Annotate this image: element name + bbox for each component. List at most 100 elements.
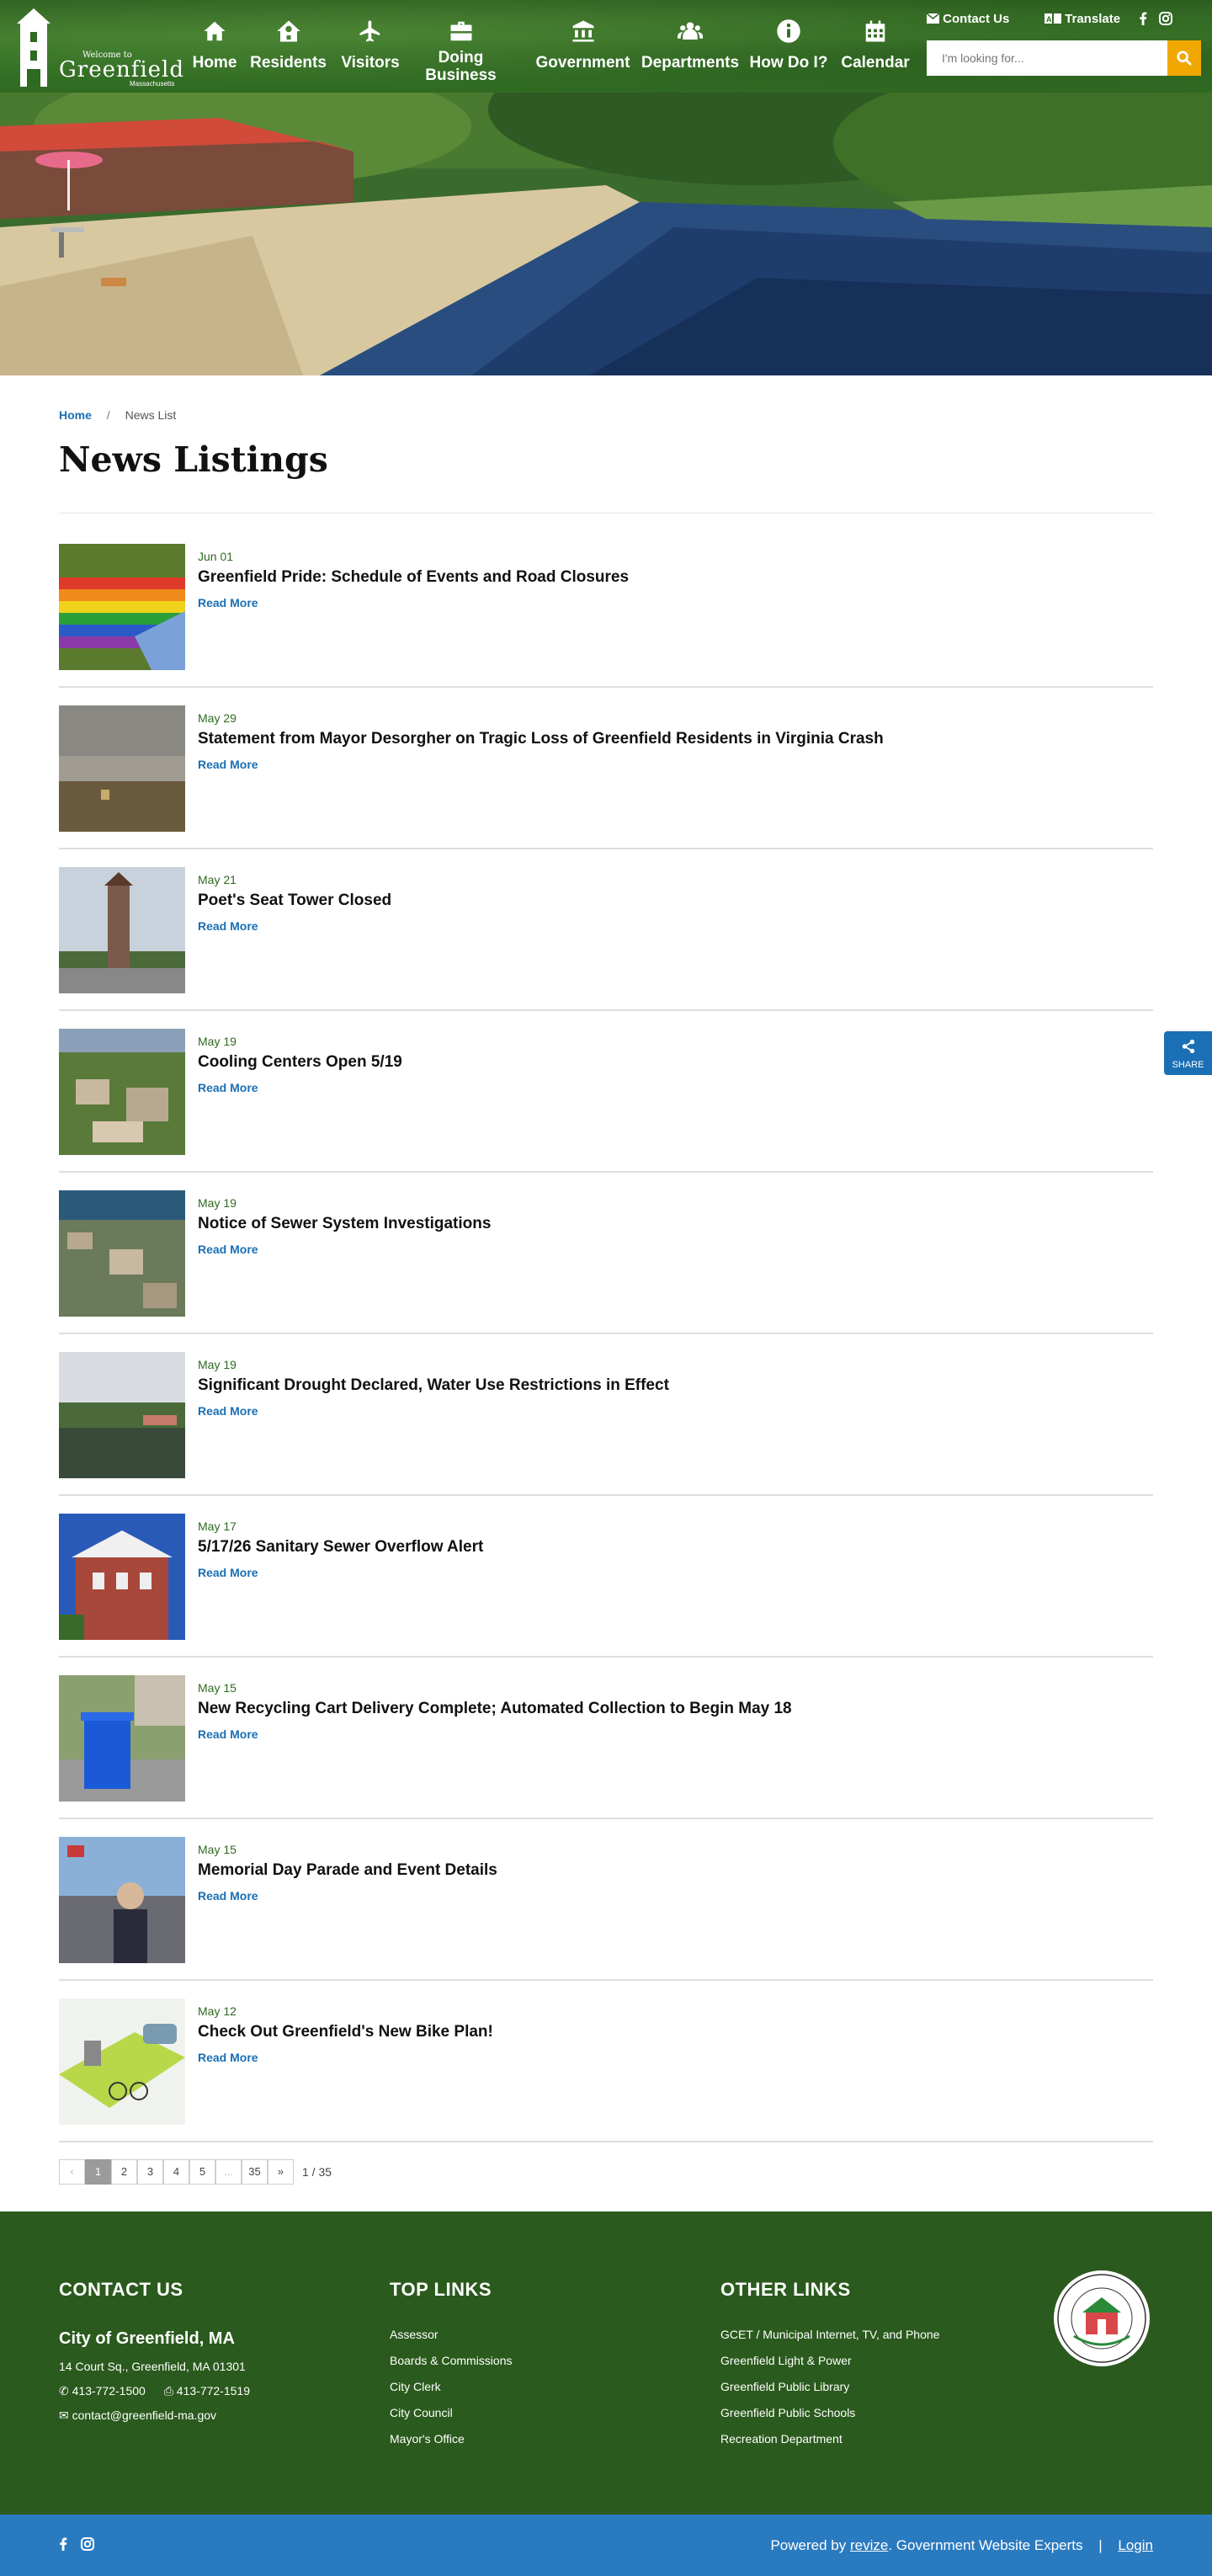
read-more-link[interactable]: Read More: [198, 1727, 258, 1741]
news-title-link[interactable]: Greenfield Pride: Schedule of Events and…: [198, 568, 629, 587]
translate-link[interactable]: A Translate: [1045, 12, 1120, 26]
nav-departments[interactable]: Departments: [640, 12, 741, 88]
bottom-divider: |: [1098, 2537, 1103, 2553]
footer-link-library[interactable]: Greenfield Public Library: [720, 2380, 939, 2406]
breadcrumb-separator: /: [106, 408, 110, 422]
read-more-link[interactable]: Read More: [198, 919, 258, 933]
nav-visitors[interactable]: Visitors: [337, 12, 404, 88]
news-title-link[interactable]: Statement from Mayor Desorgher on Tragic…: [198, 730, 884, 748]
nav-home[interactable]: Home: [185, 12, 244, 88]
news-item: May 15 Memorial Day Parade and Event Det…: [59, 1819, 1153, 1981]
breadcrumb-home-link[interactable]: Home: [59, 408, 92, 422]
news-title-link[interactable]: Cooling Centers Open 5/19: [198, 1053, 402, 1072]
news-item: May 29 Statement from Mayor Desorgher on…: [59, 688, 1153, 849]
pagination-ellipsis: ...: [215, 2159, 242, 2185]
pagination-prev[interactable]: ‹: [59, 2159, 85, 2185]
powered-by: Powered by revize. Government Website Ex…: [770, 2537, 1153, 2554]
pagination-page-2[interactable]: 2: [111, 2159, 137, 2185]
share-button[interactable]: SHARE: [1164, 1031, 1212, 1075]
login-link[interactable]: Login: [1118, 2537, 1153, 2553]
nav-residents[interactable]: Residents: [248, 12, 328, 88]
breadcrumb: Home / News List: [59, 408, 176, 422]
news-thumbnail-reservoir[interactable]: [59, 1352, 185, 1478]
pagination-page-1[interactable]: 1: [85, 2159, 111, 2185]
nav-label: Departments: [641, 54, 740, 72]
footer-link-gcet[interactable]: GCET / Municipal Internet, TV, and Phone: [720, 2328, 939, 2354]
news-thumbnail-parade[interactable]: [59, 1837, 185, 1963]
news-date: May 19: [198, 1196, 237, 1210]
footer-link-recreation[interactable]: Recreation Department: [720, 2432, 939, 2458]
instagram-icon[interactable]: [81, 2537, 95, 2551]
nav-label: How Do I?: [749, 54, 828, 72]
share-icon: [1182, 1039, 1194, 1054]
site-logo[interactable]: Welcome to Greenfield Massachusetts: [12, 7, 183, 88]
translate-icon: A: [1045, 13, 1061, 24]
phone-icon: ✆: [59, 2384, 69, 2398]
news-title-link[interactable]: Poet's Seat Tower Closed: [198, 891, 391, 910]
news-title-link[interactable]: Memorial Day Parade and Event Details: [198, 1861, 497, 1880]
revize-link[interactable]: revize: [850, 2537, 888, 2553]
news-thumbnail-tower[interactable]: [59, 867, 185, 993]
site-footer: CONTACT US City of Greenfield, MA 14 Cou…: [0, 2211, 1212, 2515]
news-thumbnail-aerial-town[interactable]: [59, 1029, 185, 1155]
footer-email: contact@greenfield-ma.gov: [72, 2408, 217, 2422]
pagination-page-3[interactable]: 3: [137, 2159, 163, 2185]
facebook-icon[interactable]: [1139, 12, 1147, 29]
footer-link-city-clerk[interactable]: City Clerk: [390, 2380, 513, 2406]
read-more-link[interactable]: Read More: [198, 1081, 258, 1094]
news-thumbnail-pride-flag[interactable]: [59, 544, 185, 670]
news-title-link[interactable]: 5/17/26 Sanitary Sewer Overflow Alert: [198, 1538, 483, 1557]
footer-link-light-power[interactable]: Greenfield Light & Power: [720, 2354, 939, 2380]
footer-top-links-heading: TOP LINKS: [390, 2279, 492, 2300]
footer-link-schools[interactable]: Greenfield Public Schools: [720, 2406, 939, 2432]
search-button[interactable]: [1167, 40, 1201, 76]
envelope-icon: [926, 13, 940, 24]
nav-government[interactable]: Government: [534, 12, 631, 88]
pagination-page-35[interactable]: 35: [242, 2159, 268, 2185]
contact-us-link[interactable]: Contact Us: [926, 12, 1010, 26]
contact-us-label: Contact Us: [943, 12, 1010, 26]
footer-link-boards[interactable]: Boards & Commissions: [390, 2354, 513, 2380]
nav-calendar[interactable]: Calendar: [837, 12, 913, 88]
news-date: May 15: [198, 1681, 237, 1695]
pagination-page-4[interactable]: 4: [163, 2159, 189, 2185]
footer-phone[interactable]: 413-772-1500: [72, 2384, 146, 2398]
news-date: May 29: [198, 711, 237, 725]
pagination-page-5[interactable]: 5: [189, 2159, 215, 2185]
footer-other-links: GCET / Municipal Internet, TV, and Phone…: [720, 2328, 939, 2458]
news-thumbnail-recycling-cart[interactable]: [59, 1675, 185, 1802]
page-title: News Listings: [59, 439, 328, 480]
footer-link-city-council[interactable]: City Council: [390, 2406, 513, 2432]
news-item: May 15 New Recycling Cart Delivery Compl…: [59, 1658, 1153, 1819]
news-item: May 17 5/17/26 Sanitary Sewer Overflow A…: [59, 1496, 1153, 1658]
read-more-link[interactable]: Read More: [198, 1404, 258, 1418]
news-thumbnail-bike-plan[interactable]: [59, 1999, 185, 2125]
news-date: Jun 01: [198, 550, 234, 563]
read-more-link[interactable]: Read More: [198, 1889, 258, 1903]
footer-link-mayors-office[interactable]: Mayor's Office: [390, 2432, 513, 2458]
news-title-link[interactable]: New Recycling Cart Delivery Complete; Au…: [198, 1700, 792, 1718]
nav-doing-business[interactable]: Doing Business: [425, 12, 497, 88]
footer-email-link[interactable]: ✉ contact@greenfield-ma.gov: [59, 2408, 216, 2423]
news-thumbnail-aerial-city[interactable]: [59, 1190, 185, 1317]
read-more-link[interactable]: Read More: [198, 758, 258, 771]
news-thumbnail-brick-building[interactable]: [59, 1514, 185, 1640]
nav-how-do-i[interactable]: How Do I?: [747, 12, 831, 88]
news-title-link[interactable]: Check Out Greenfield's New Bike Plan!: [198, 2023, 493, 2041]
news-thumbnail-foggy-water[interactable]: [59, 705, 185, 832]
search-input[interactable]: [927, 40, 1167, 76]
facebook-icon[interactable]: [59, 2537, 67, 2551]
footer-contact-heading: CONTACT US: [59, 2279, 183, 2300]
nav-label: Home: [192, 54, 237, 72]
news-title-link[interactable]: Significant Drought Declared, Water Use …: [198, 1376, 669, 1395]
news-item: May 21 Poet's Seat Tower Closed Read Mor…: [59, 849, 1153, 1011]
instagram-icon[interactable]: [1159, 12, 1172, 29]
search-icon: [1177, 51, 1192, 66]
footer-link-assessor[interactable]: Assessor: [390, 2328, 513, 2354]
read-more-link[interactable]: Read More: [198, 596, 258, 609]
read-more-link[interactable]: Read More: [198, 2051, 258, 2064]
read-more-link[interactable]: Read More: [198, 1243, 258, 1256]
pagination-next[interactable]: »: [268, 2159, 294, 2185]
read-more-link[interactable]: Read More: [198, 1566, 258, 1579]
news-title-link[interactable]: Notice of Sewer System Investigations: [198, 1215, 491, 1233]
